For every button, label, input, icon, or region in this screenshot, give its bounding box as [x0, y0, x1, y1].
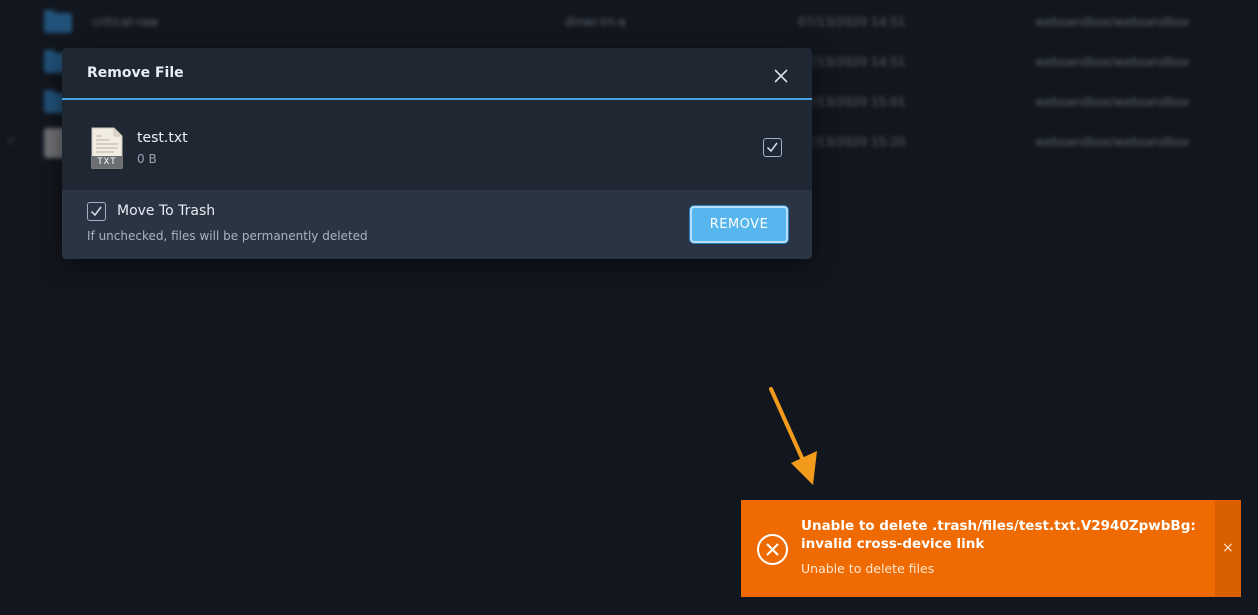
- move-to-trash-label[interactable]: Move To Trash: [117, 203, 215, 219]
- close-icon: ×: [1222, 540, 1234, 556]
- txt-file-icon: TXT: [90, 127, 124, 169]
- file-size: 0 B: [137, 152, 157, 166]
- row-date: 07/13/2020 14:51: [798, 15, 906, 29]
- row-date: 07/13/2020 14:51: [798, 55, 906, 69]
- error-circle-icon: [757, 534, 788, 565]
- row-name: critical-raw: [92, 15, 159, 29]
- move-to-trash-checkbox[interactable]: [87, 202, 106, 221]
- row-group: websandbox/websandbox: [1035, 55, 1190, 69]
- annotation-arrow-icon: [769, 387, 817, 485]
- close-icon: [774, 69, 788, 83]
- toast-message: Unable to delete files: [801, 561, 935, 576]
- checkmark-icon[interactable]: ✓: [6, 134, 17, 149]
- file-select-checkbox[interactable]: [763, 138, 782, 157]
- toast-close-button[interactable]: ×: [1215, 500, 1241, 597]
- row-owner: dinwi-tri-a: [565, 15, 626, 29]
- file-name: test.txt: [137, 130, 188, 146]
- dialog-title: Remove File: [87, 65, 184, 81]
- row-group: websandbox/websandbox: [1035, 95, 1190, 109]
- row-group: websandbox/websandbox: [1035, 135, 1190, 149]
- close-button[interactable]: [770, 65, 792, 87]
- file-item: TXT test.txt 0 B: [62, 102, 812, 190]
- remove-button[interactable]: REMOVE: [690, 206, 788, 243]
- checkmark-icon: [766, 142, 778, 153]
- row-date: 07/13/2020 15:01: [798, 95, 906, 109]
- checkmark-icon: [90, 206, 102, 217]
- folder-icon: [44, 10, 72, 33]
- move-to-trash-hint: If unchecked, files will be permanently …: [87, 229, 368, 243]
- row-date: 07/13/2020 15:20: [798, 135, 906, 149]
- table-row[interactable]: critical-raw dinwi-tri-a 07/13/2020 14:5…: [0, 2, 1258, 42]
- dialog-footer: Move To Trash If unchecked, files will b…: [62, 190, 812, 259]
- row-group: websandbox/websandbox: [1035, 15, 1190, 29]
- remove-file-dialog: Remove File TXT test.txt 0 B Move To Tra…: [62, 48, 812, 259]
- toast-title: Unable to delete .trash/files/test.txt.V…: [801, 518, 1196, 552]
- dialog-header: Remove File: [62, 48, 812, 100]
- error-toast: Unable to delete .trash/files/test.txt.V…: [741, 500, 1241, 597]
- file-type-label: TXT: [97, 157, 117, 167]
